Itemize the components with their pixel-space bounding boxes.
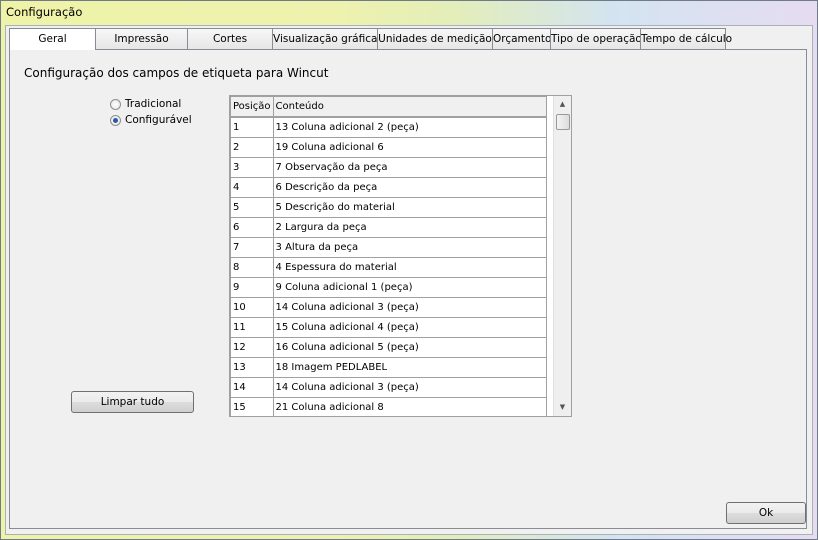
- scroll-down-arrow-icon[interactable]: ▼: [554, 399, 571, 416]
- cell-conteudo[interactable]: 7 Observação da peça: [272, 157, 547, 178]
- cell-posicao[interactable]: 4: [230, 177, 274, 198]
- table-row[interactable]: 12 16 Coluna adicional 5 (peça): [230, 337, 547, 358]
- panel-heading: Configuração dos campos de etiqueta para…: [24, 66, 329, 80]
- tab-visualizacao-grafica[interactable]: Visualização gráfica: [272, 28, 378, 49]
- cell-posicao[interactable]: 9: [230, 277, 274, 298]
- cell-conteudo[interactable]: 18 Imagem PEDLABEL: [272, 357, 547, 378]
- table-row[interactable]: 10 14 Coluna adicional 3 (peça): [230, 297, 547, 318]
- cell-conteudo[interactable]: 14 Coluna adicional 3 (peça): [272, 297, 547, 318]
- cell-conteudo[interactable]: 6 Descrição da peça: [272, 177, 547, 198]
- scroll-thumb[interactable]: [556, 114, 570, 130]
- column-header-posicao[interactable]: Posição: [230, 96, 274, 118]
- table-row[interactable]: 11 15 Coluna adicional 4 (peça): [230, 317, 547, 338]
- table-row[interactable]: 15 21 Coluna adicional 8: [230, 397, 547, 416]
- radio-configuravel[interactable]: Configurável: [110, 114, 192, 126]
- cell-posicao[interactable]: 14: [230, 377, 274, 398]
- tab-impressao[interactable]: Impressão: [95, 28, 188, 49]
- table-row[interactable]: 99 Coluna adicional 1 (peça): [230, 277, 547, 298]
- table-row[interactable]: 46 Descrição da peça: [230, 177, 547, 198]
- cell-conteudo[interactable]: 5 Descrição do material: [272, 197, 547, 218]
- radio-checked-icon: [110, 114, 121, 126]
- cell-posicao[interactable]: 13: [230, 357, 274, 378]
- tab-tipo-de-operacao[interactable]: Tipo de operação: [550, 28, 642, 49]
- cell-posicao[interactable]: 12: [230, 337, 274, 358]
- cell-posicao[interactable]: 3: [230, 157, 274, 178]
- tab-unidades-de-medicao[interactable]: Unidades de medição: [377, 28, 493, 49]
- tab-panel-geral: Configuração dos campos de etiqueta para…: [9, 49, 807, 529]
- scroll-up-arrow-icon[interactable]: ▲: [554, 96, 571, 113]
- cell-conteudo[interactable]: 21 Coluna adicional 8: [272, 397, 547, 416]
- cell-conteudo[interactable]: 16 Coluna adicional 5 (peça): [272, 337, 547, 358]
- ok-button[interactable]: Ok: [726, 502, 806, 524]
- table-row[interactable]: 73 Altura da peça: [230, 237, 547, 258]
- tab-geral[interactable]: Geral: [9, 28, 96, 50]
- cell-posicao[interactable]: 15: [230, 397, 274, 416]
- table-row[interactable]: 14 14 Coluna adicional 3 (peça): [230, 377, 547, 398]
- cell-posicao[interactable]: 5: [230, 197, 274, 218]
- tab-cortes[interactable]: Cortes: [187, 28, 273, 49]
- table-row[interactable]: 84 Espessura do material: [230, 257, 547, 278]
- cell-posicao[interactable]: 11: [230, 317, 274, 338]
- table-row[interactable]: 62 Largura da peça: [230, 217, 547, 238]
- radio-tradicional-label: Tradicional: [125, 98, 182, 110]
- tab-orcamento[interactable]: Orçamento: [492, 28, 551, 49]
- cell-posicao[interactable]: 1: [230, 116, 274, 138]
- cell-posicao[interactable]: 10: [230, 297, 274, 318]
- grid-vertical-scrollbar[interactable]: ▲ ▼: [553, 96, 571, 416]
- clear-all-button[interactable]: Limpar tudo: [71, 391, 194, 413]
- grid-body: 1 13 Coluna adicional 2 (peça) 2 19 Coluna …: [230, 116, 547, 416]
- table-row[interactable]: 55 Descrição do material: [230, 197, 547, 218]
- cell-conteudo[interactable]: 4 Espessura do material: [272, 257, 547, 278]
- table-row[interactable]: 37 Observação da peça: [230, 157, 547, 178]
- column-header-conteudo[interactable]: Conteúdo: [272, 96, 547, 118]
- radio-configuravel-label: Configurável: [125, 114, 192, 126]
- cell-posicao[interactable]: 6: [230, 217, 274, 238]
- cell-conteudo[interactable]: 14 Coluna adicional 3 (peça): [272, 377, 547, 398]
- cell-conteudo[interactable]: 9 Coluna adicional 1 (peça): [272, 277, 547, 298]
- tab-tempo-de-calculo[interactable]: Tempo de cálculo: [640, 28, 732, 49]
- radio-circle-icon: [110, 98, 121, 110]
- cell-posicao[interactable]: 2: [230, 137, 274, 158]
- grid-table: Posição Conteúdo 1 13 Coluna adicional 2 …: [230, 96, 547, 416]
- configuration-window: Configuração Geral Impressão Cortes Visu…: [0, 0, 818, 540]
- tab-strip: Geral Impressão Cortes Visualização gráf…: [9, 28, 732, 50]
- table-row[interactable]: 13 18 Imagem PEDLABEL: [230, 357, 547, 378]
- table-row[interactable]: 2 19 Coluna adicional 6: [230, 137, 547, 158]
- cell-posicao[interactable]: 8: [230, 257, 274, 278]
- cell-posicao[interactable]: 7: [230, 237, 274, 258]
- cell-conteudo[interactable]: 3 Altura da peça: [272, 237, 547, 258]
- radio-tradicional[interactable]: Tradicional: [110, 98, 181, 110]
- table-row[interactable]: 1 13 Coluna adicional 2 (peça): [230, 116, 547, 138]
- cell-conteudo[interactable]: 13 Coluna adicional 2 (peça): [272, 116, 547, 138]
- cell-conteudo[interactable]: 19 Coluna adicional 6: [272, 137, 547, 158]
- label-fields-grid[interactable]: Posição Conteúdo 1 13 Coluna adicional 2 …: [229, 95, 572, 417]
- cell-conteudo[interactable]: 15 Coluna adicional 4 (peça): [272, 317, 547, 338]
- grid-header-row: Posição Conteúdo: [230, 96, 547, 118]
- dialog-client-area: Geral Impressão Cortes Visualização gráf…: [5, 25, 813, 535]
- window-title: Configuração: [6, 5, 83, 19]
- cell-conteudo[interactable]: 2 Largura da peça: [272, 217, 547, 238]
